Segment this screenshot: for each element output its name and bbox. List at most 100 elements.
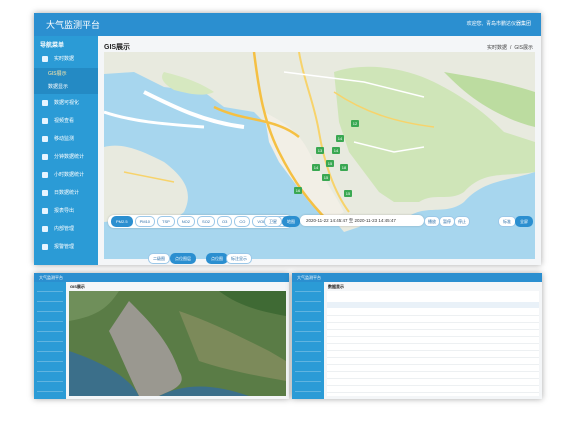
layer-point-button[interactable]: 点位图层 (170, 253, 196, 264)
breadcrumb-current: GIS展示 (514, 45, 533, 51)
breadcrumb-parent[interactable]: 实时数据 (487, 45, 507, 51)
mini-sidebar-item[interactable] (295, 324, 321, 332)
mini-sidebar-item[interactable] (295, 344, 321, 352)
sidebar-item-data-display[interactable]: 数据显示 (34, 81, 98, 94)
layer-level2-button[interactable]: 二级图 (148, 253, 170, 264)
mini-sidebar-item[interactable] (295, 314, 321, 322)
table-row[interactable] (327, 330, 539, 337)
sidebar-item-label: 数据显示 (48, 84, 69, 90)
label-display-button[interactable]: 标注显示 (226, 253, 252, 264)
calendar-icon (42, 190, 48, 196)
pollutant-o3[interactable]: O3 (217, 216, 233, 227)
mini-sidebar-item[interactable] (37, 374, 63, 382)
pollutant-pm25[interactable]: PM2.5 (111, 216, 133, 227)
sidebar-item-label: 移动监测 (54, 136, 75, 142)
map-marker[interactable]: 14 (336, 135, 344, 142)
table-row[interactable] (327, 323, 539, 330)
mini-sidebar-item[interactable] (37, 364, 63, 372)
sidebar-item-gis[interactable]: GIS展示 (34, 68, 98, 81)
map-marker[interactable]: 16 (294, 187, 302, 194)
mini-sidebar-item[interactable] (295, 294, 321, 302)
table-row[interactable] (327, 344, 539, 351)
map-marker[interactable]: 15 (322, 174, 330, 181)
mini-sidebar-item[interactable] (295, 364, 321, 372)
sidebar-item-visual[interactable]: 数据可视化 (34, 94, 98, 112)
satellite-toggle[interactable]: 卫星 (264, 216, 282, 227)
file-icon (42, 208, 48, 214)
satellite-map[interactable] (69, 291, 286, 396)
mini-sidebar (292, 282, 324, 399)
mini-sidebar-item[interactable] (37, 284, 63, 292)
point-map-button[interactable]: 点位图 (206, 253, 228, 264)
fullscreen-button[interactable]: 全屏 (515, 216, 533, 227)
mini-sidebar-item[interactable] (37, 344, 63, 352)
play-button[interactable]: 播放 (424, 216, 440, 227)
map-marker[interactable]: 13 (316, 147, 324, 154)
table-row[interactable] (327, 358, 539, 365)
sidebar-item-internal[interactable]: 内部管理 (34, 220, 98, 238)
satellite-imagery (69, 291, 286, 396)
mini-sidebar-item[interactable] (295, 384, 321, 392)
sidebar-item-minute[interactable]: 分钟数据统计 (34, 148, 98, 166)
sidebar-item-mobile[interactable]: 移动监测 (34, 130, 98, 148)
sidebar-item-label: 内部管理 (54, 226, 75, 232)
time-range[interactable]: 2020-11-22 14:45:47 至 2020-11-23 14:45:4… (300, 215, 424, 226)
table-row[interactable] (327, 351, 539, 358)
table-row[interactable] (327, 316, 539, 323)
pollutant-tsp[interactable]: TSP (157, 216, 175, 227)
sidebar-item-realtime[interactable]: 实时数据 (34, 50, 98, 68)
pollutant-so2[interactable]: SO2 (197, 216, 216, 227)
menu-title: 导航菜单 (40, 43, 65, 49)
table-row[interactable] (327, 337, 539, 344)
sidebar-item-label: 日数据统计 (54, 190, 80, 196)
pause-button[interactable]: 暂停 (439, 216, 455, 227)
table-row[interactable] (327, 309, 539, 316)
map-marker[interactable]: 12 (351, 120, 359, 127)
sidebar-item-video[interactable]: 视频查看 (34, 112, 98, 130)
stats-icon (42, 172, 48, 178)
mini-sidebar-item[interactable] (37, 294, 63, 302)
table-row[interactable] (327, 365, 539, 372)
mini-sidebar-item[interactable] (37, 314, 63, 322)
mini-sidebar-item[interactable] (37, 324, 63, 332)
mini-sidebar-item[interactable] (37, 304, 63, 312)
sidebar-item-label: GIS展示 (48, 71, 67, 77)
mini-page-title: 数据显示 (328, 284, 344, 289)
pollutant-co[interactable]: CO (234, 216, 251, 227)
chart-icon (42, 100, 48, 106)
main-content: GIS展示 实时数据 / GIS展示 12 14 14 13 15 18 15 … (98, 36, 541, 265)
sidebar-item-label: 分钟数据统计 (54, 154, 85, 160)
sidebar-item-label: 数据可视化 (54, 100, 80, 106)
table-row[interactable] (327, 379, 539, 386)
sidebar-item-report[interactable]: 报表导出 (34, 202, 98, 220)
table-row[interactable] (327, 386, 539, 393)
mini-sidebar-item[interactable] (295, 284, 321, 292)
map-marker[interactable]: 14 (312, 164, 320, 171)
video-icon (42, 118, 48, 124)
map-toggle[interactable]: 地图 (282, 216, 300, 227)
sidebar-item-label: 报警管理 (54, 244, 75, 250)
stop-button[interactable]: 停止 (454, 216, 470, 227)
org-name[interactable]: 青岛市鹏达仪器集团 (486, 21, 531, 27)
mini-sidebar-item[interactable] (37, 384, 63, 392)
map-marker[interactable]: 14 (332, 147, 340, 154)
table-header (327, 302, 539, 308)
sidebar-item-alarm[interactable]: 报警管理 (34, 238, 98, 256)
pollutant-pm10[interactable]: PM10 (134, 216, 156, 227)
table-row[interactable] (327, 372, 539, 379)
sidebar-item-label: 实时数据 (54, 56, 75, 62)
mini-sidebar-item[interactable] (295, 374, 321, 382)
map-marker[interactable]: 15 (344, 190, 352, 197)
welcome-text: 欢迎您, (466, 21, 483, 27)
pollutant-no2[interactable]: NO2 (176, 216, 196, 227)
mini-sidebar-item[interactable] (37, 354, 63, 362)
map-marker[interactable]: 18 (340, 164, 348, 171)
mini-sidebar-item[interactable] (295, 354, 321, 362)
mini-sidebar-item[interactable] (295, 334, 321, 342)
sidebar-item-hour[interactable]: 小时数据统计 (34, 166, 98, 184)
mini-sidebar-item[interactable] (295, 304, 321, 312)
standard-button[interactable]: 标准 (498, 216, 516, 227)
map-marker[interactable]: 15 (326, 160, 334, 167)
sidebar-item-day[interactable]: 日数据统计 (34, 184, 98, 202)
mini-sidebar-item[interactable] (37, 334, 63, 342)
